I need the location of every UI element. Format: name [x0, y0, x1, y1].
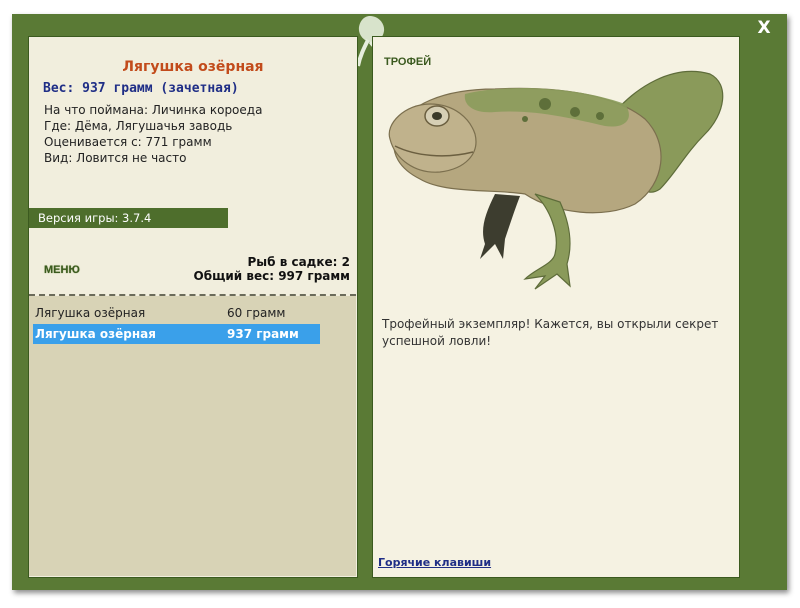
- frog-trophy-image: [388, 70, 724, 290]
- list-item-weight: 60 грамм: [227, 306, 286, 320]
- list-item-selected[interactable]: Лягушка озёрная 937 грамм: [33, 324, 320, 344]
- list-item-weight: 937 грамм: [227, 327, 299, 341]
- bait-info: На что поймана: Личинка короеда: [44, 103, 263, 117]
- valued-info: Оценивается с: 771 грамм: [44, 135, 212, 149]
- game-version-bar: Версия игры: 3.7.4: [29, 208, 228, 228]
- location-info: Где: Дёма, Лягушачья заводь: [44, 119, 233, 133]
- game-version-label: Версия игры: 3.7.4: [38, 211, 152, 225]
- trophy-description: Трофейный экземпляр! Кажется, вы открыли…: [382, 317, 719, 348]
- frequency-info: Вид: Ловится не часто: [44, 151, 187, 165]
- fish-weight: Вес: 937 грамм (зачетная): [43, 81, 239, 96]
- list-item-name: Лягушка озёрная: [35, 327, 156, 341]
- close-button[interactable]: X: [754, 18, 774, 38]
- divider: [29, 294, 356, 296]
- list-item-name: Лягушка озёрная: [35, 306, 146, 320]
- hotkeys-link[interactable]: Горячие клавиши: [378, 556, 491, 569]
- cage-total-weight: Общий вес: 997 грамм: [193, 269, 350, 283]
- menu-button[interactable]: МЕНЮ: [44, 264, 80, 276]
- cage-count: Рыб в садке: 2: [247, 255, 351, 269]
- list-item[interactable]: Лягушка озёрная 60 грамм: [33, 303, 320, 323]
- fish-name: Лягушка озёрная: [122, 59, 264, 75]
